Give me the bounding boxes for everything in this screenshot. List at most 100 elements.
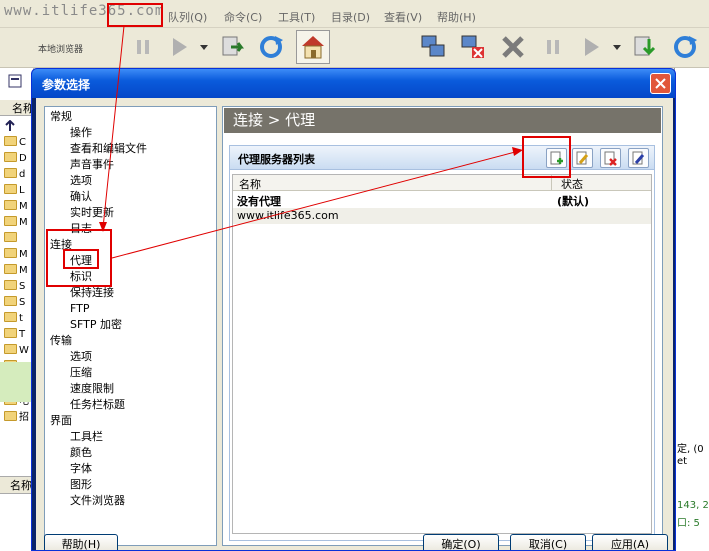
- up-folder-icon[interactable]: [4, 120, 34, 134]
- edit-icon: [576, 151, 589, 164]
- list-item[interactable]: S: [4, 296, 34, 310]
- delete-proxy-button[interactable]: [600, 148, 621, 168]
- tree-item-proxy[interactable]: 代理: [70, 253, 92, 269]
- local-file-panel: 名称 C D d L M M M M S S t T W Y 常 电 招 名称: [0, 68, 34, 551]
- tree-item-options[interactable]: 选项: [70, 173, 92, 189]
- nav-icon[interactable]: [8, 74, 22, 88]
- stop-icon[interactable]: [496, 30, 530, 64]
- connect-icon[interactable]: [416, 30, 450, 64]
- list-item[interactable]: W: [4, 344, 34, 358]
- column-divider[interactable]: [551, 175, 552, 191]
- close-icon: [655, 78, 666, 89]
- list-item[interactable]: M: [4, 248, 34, 262]
- menu-help[interactable]: 帮助(H): [437, 9, 476, 25]
- list-item[interactable]: C: [4, 136, 34, 150]
- refresh-remote-icon[interactable]: [668, 30, 702, 64]
- tree-item-view-edit[interactable]: 查看和编辑文件: [70, 141, 147, 157]
- queue-column-header[interactable]: 名称: [0, 476, 34, 494]
- tree-category-transfer[interactable]: 传输: [50, 333, 72, 349]
- menu-command[interactable]: 命令(C): [224, 9, 262, 25]
- tree-item-colors[interactable]: 颜色: [70, 445, 92, 461]
- refresh-icon[interactable]: [254, 30, 288, 64]
- edit-proxy-button[interactable]: [572, 148, 593, 168]
- tree-item-live-update[interactable]: 实时更新: [70, 205, 114, 221]
- list-item[interactable]: T: [4, 328, 34, 342]
- tree-item-compression[interactable]: 压缩: [70, 365, 92, 381]
- tree-item-identity[interactable]: 标识: [70, 269, 92, 285]
- preferences-dialog: 参数选择 常规 操作 查看和编辑文件 声音事件 选项 确认 实时更新 日志 连接…: [31, 68, 676, 551]
- delete-icon: [604, 151, 617, 166]
- tree-item-speed-limit[interactable]: 速度限制: [70, 381, 114, 397]
- pause-icon[interactable]: [126, 30, 160, 64]
- dialog-body: 常规 操作 查看和编辑文件 声音事件 选项 确认 实时更新 日志 连接 代理 标…: [36, 98, 673, 550]
- tree-category-interface[interactable]: 界面: [50, 413, 72, 429]
- proxy-list: 名称 状态 没有代理 (默认) www.itlife365.com: [232, 174, 652, 534]
- play-icon[interactable]: [162, 30, 196, 64]
- help-button[interactable]: 帮助(H): [44, 534, 118, 550]
- play-queue-icon[interactable]: [574, 30, 608, 64]
- category-tree: 常规 操作 查看和编辑文件 声音事件 选项 确认 实时更新 日志 连接 代理 标…: [44, 106, 217, 546]
- download-icon[interactable]: [628, 30, 662, 64]
- table-row[interactable]: www.itlife365.com: [233, 208, 651, 224]
- list-item[interactable]: D: [4, 152, 34, 166]
- tree-item-fonts[interactable]: 字体: [70, 461, 92, 477]
- log-line: 定, (0: [677, 444, 704, 455]
- menu-bar: www.itlife365.com 队列(Q) 命令(C) 工具(T) 目录(D…: [0, 0, 709, 28]
- log-line: 143, 2: [677, 500, 709, 511]
- tree-item-graphics[interactable]: 图形: [70, 477, 92, 493]
- tree-item-confirm[interactable]: 确认: [70, 189, 92, 205]
- tree-item-keepalive[interactable]: 保持连接: [70, 285, 114, 301]
- table-row[interactable]: 没有代理 (默认): [233, 192, 651, 208]
- tree-item-taskbar-title[interactable]: 任务栏标题: [70, 397, 125, 413]
- pane-header: 连接 > 代理: [224, 108, 661, 133]
- properties-proxy-button[interactable]: [628, 148, 649, 168]
- apply-button[interactable]: 应用(A): [592, 534, 668, 550]
- cancel-button[interactable]: 取消(C): [510, 534, 586, 550]
- ok-button[interactable]: 确定(O): [423, 534, 499, 550]
- tree-item-ftp[interactable]: FTP: [70, 301, 90, 317]
- dialog-title: 参数选择: [42, 78, 91, 92]
- list-item[interactable]: M: [4, 216, 34, 230]
- proxy-name: www.itlife365.com: [237, 209, 339, 222]
- column-status[interactable]: 状态: [561, 176, 583, 192]
- menu-view[interactable]: 查看(V): [384, 9, 422, 25]
- menu-directory[interactable]: 目录(D): [331, 9, 370, 25]
- list-item[interactable]: S: [4, 280, 34, 294]
- tree-item-sound-events[interactable]: 声音事件: [70, 157, 114, 173]
- local-column-header[interactable]: 名称: [0, 100, 34, 116]
- proxy-name: 没有代理: [237, 195, 281, 208]
- tree-item-sftp-encryption[interactable]: SFTP 加密: [70, 317, 122, 333]
- chevron-down-icon[interactable]: [198, 30, 210, 64]
- tree-item-file-browser[interactable]: 文件浏览器: [70, 493, 125, 509]
- local-browser-label: 本地浏览器: [38, 45, 84, 55]
- chevron-down-icon[interactable]: [611, 30, 623, 64]
- list-item[interactable]: M: [4, 200, 34, 214]
- menu-tools[interactable]: 工具(T): [278, 9, 315, 25]
- remote-panel: 定, (0 et 143, 2 口: 5: [674, 68, 709, 551]
- tree-item-toolbar[interactable]: 工具栏: [70, 429, 103, 445]
- list-item[interactable]: d: [4, 168, 34, 182]
- column-name[interactable]: 名称: [239, 176, 261, 192]
- list-item[interactable]: 招: [4, 408, 34, 422]
- list-header: 名称 状态: [233, 175, 651, 191]
- close-button[interactable]: [650, 73, 671, 94]
- tree-item-operation[interactable]: 操作: [70, 125, 92, 141]
- dialog-title-bar[interactable]: 参数选择: [32, 69, 675, 98]
- tree-category-connection[interactable]: 连接: [50, 237, 72, 253]
- transfer-icon[interactable]: [216, 30, 250, 64]
- tree-item-transfer-options[interactable]: 选项: [70, 349, 92, 365]
- properties-icon: [632, 151, 645, 164]
- group-header: 代理服务器列表: [230, 146, 654, 170]
- list-item[interactable]: [4, 232, 34, 246]
- list-item[interactable]: t: [4, 312, 34, 326]
- tree-category-general[interactable]: 常规: [50, 109, 72, 125]
- pause-queue-icon[interactable]: [536, 30, 570, 64]
- disconnect-icon[interactable]: [456, 30, 490, 64]
- list-item[interactable]: M: [4, 264, 34, 278]
- proxy-server-group: 代理服务器列表 名称 状态 没有代理 (默认) www.itlife365.co…: [229, 145, 655, 541]
- home-icon[interactable]: [296, 30, 330, 64]
- list-item[interactable]: L: [4, 184, 34, 198]
- add-proxy-button[interactable]: [546, 148, 567, 168]
- menu-queue[interactable]: 队列(Q): [168, 9, 207, 25]
- tree-item-log[interactable]: 日志: [70, 221, 92, 237]
